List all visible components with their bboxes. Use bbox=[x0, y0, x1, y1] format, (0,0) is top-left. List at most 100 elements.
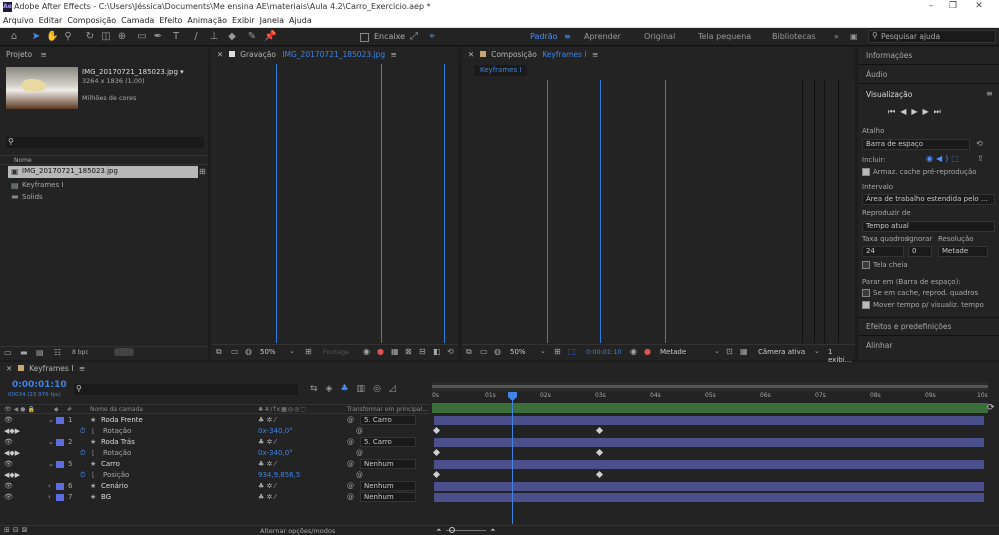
keyframe[interactable] bbox=[595, 426, 604, 435]
chevron-down-icon[interactable]: ⌄ bbox=[714, 347, 720, 355]
pickwhip-icon[interactable]: @ bbox=[347, 492, 354, 503]
menu-exibir[interactable]: Exibir bbox=[229, 15, 257, 25]
parent-select[interactable]: 5. Carro bbox=[360, 437, 416, 447]
expand-chevron-icon[interactable]: ⌄ bbox=[48, 415, 54, 426]
overlay-icon[interactable]: ⬚ bbox=[951, 154, 962, 163]
close-icon[interactable]: ✕ bbox=[468, 50, 474, 59]
play-icon[interactable]: ▶ bbox=[911, 107, 922, 116]
move-time-option[interactable]: Mover tempo p/ visualiz. tempo bbox=[862, 301, 984, 309]
reset-icon[interactable]: ⟲ bbox=[447, 347, 454, 356]
fullscreen-option[interactable]: Tela cheia bbox=[862, 261, 908, 269]
expression-pickwhip-icon[interactable]: @ bbox=[356, 448, 363, 459]
layer-name[interactable]: BG bbox=[101, 492, 111, 503]
restore-icon[interactable]: ❐ bbox=[946, 1, 960, 13]
cache-option[interactable]: Armaz. cache pré-reprodução bbox=[862, 168, 977, 176]
keyframe[interactable] bbox=[432, 470, 441, 479]
pickwhip-icon[interactable]: @ bbox=[347, 437, 354, 448]
menu-composicao[interactable]: Composição bbox=[64, 15, 118, 25]
menu-camada[interactable]: Camada bbox=[118, 15, 156, 25]
visibility-eye-icon[interactable]: 👁 bbox=[4, 481, 13, 492]
layer-name[interactable]: Carro bbox=[101, 459, 120, 470]
footage-zoom[interactable]: 50% bbox=[260, 348, 276, 356]
close-icon[interactable]: ✕ bbox=[217, 50, 223, 59]
region-icon[interactable]: ⊡ bbox=[726, 347, 733, 356]
project-settings-icon[interactable]: ☷ bbox=[54, 348, 61, 357]
pickwhip-icon[interactable]: @ bbox=[347, 459, 354, 470]
rotate-tool-icon[interactable]: ↻ bbox=[84, 31, 96, 43]
visibility-eye-icon[interactable]: 👁 bbox=[4, 437, 13, 448]
move-time-checkbox[interactable] bbox=[862, 301, 870, 309]
collapse-chevron-icon[interactable]: › bbox=[48, 481, 51, 492]
property-row[interactable]: ◀◆▶ ⏱ ⌊ Rotação 0x-340,0° @ bbox=[0, 448, 430, 459]
menu-janela[interactable]: Janela bbox=[257, 15, 286, 25]
label-color[interactable] bbox=[56, 461, 64, 468]
expression-pickwhip-icon[interactable]: @ bbox=[356, 426, 363, 437]
preview-panel-header[interactable]: Visualização bbox=[866, 90, 912, 99]
chevron-down-icon[interactable]: ⌄ bbox=[814, 347, 820, 355]
menu-ajuda[interactable]: Ajuda bbox=[286, 15, 314, 25]
prev-frame-icon[interactable]: ◀ bbox=[900, 107, 911, 116]
layer-switches[interactable]: ♣ ✲ ⁄ bbox=[258, 459, 276, 470]
zoom-out-icon[interactable]: ⏶ bbox=[436, 526, 442, 535]
brush-tool-icon[interactable]: / bbox=[190, 31, 202, 43]
mask-icon[interactable]: ◍ bbox=[245, 347, 252, 356]
hand-tool-icon[interactable]: ✋ bbox=[46, 31, 58, 43]
play-from-select[interactable]: Tempo atual bbox=[862, 221, 995, 232]
menu-editar[interactable]: Editar bbox=[36, 15, 65, 25]
graph-editor-icon[interactable]: ◿ bbox=[389, 384, 404, 394]
composition-viewer[interactable] bbox=[462, 80, 855, 343]
audio-speaker-icon[interactable]: ◀) bbox=[936, 154, 951, 163]
comp-mini-flowchart-icon[interactable]: ⇆ bbox=[310, 384, 326, 394]
work-area-bar[interactable] bbox=[432, 403, 988, 413]
keyframe-nav-icon[interactable]: ◀◆▶ bbox=[4, 426, 20, 437]
grid-icon[interactable]: ⊞ bbox=[305, 347, 312, 356]
label-color[interactable] bbox=[56, 439, 64, 446]
snap-checkbox[interactable] bbox=[360, 33, 369, 42]
layer-row[interactable]: 👁 ⌄ 5 ★ Carro ♣ ✲ ⁄ @ Nenhum bbox=[0, 459, 430, 470]
frame-rate-select[interactable]: 24 bbox=[862, 246, 904, 257]
layer-switches[interactable]: ♣ ✲ ⁄ bbox=[258, 415, 276, 426]
next-frame-icon[interactable]: ▶ bbox=[923, 107, 934, 116]
toggle-switches-modes[interactable]: Alternar opções/modos bbox=[260, 527, 335, 535]
layer-row[interactable]: 👁 › 6 ★ Cenário ♣ ✲ ⁄ @ Nenhum bbox=[0, 481, 430, 492]
work-area-navigator[interactable] bbox=[432, 382, 988, 391]
expression-pickwhip-icon[interactable]: @ bbox=[356, 470, 363, 481]
snapshot-icon[interactable]: ◉ bbox=[363, 347, 370, 356]
roto-brush-tool-icon[interactable]: ✎ bbox=[246, 31, 258, 43]
keyframe-nav-icon[interactable]: ◀◆▶ bbox=[4, 470, 20, 481]
layer-name[interactable]: Cenário bbox=[101, 481, 128, 492]
chevron-down-icon[interactable]: ⌄ bbox=[289, 347, 295, 355]
menu-efeito[interactable]: Efeito bbox=[156, 15, 184, 25]
transparency-grid-icon[interactable]: ▦ bbox=[740, 347, 748, 356]
comp-zoom[interactable]: 50% bbox=[510, 348, 526, 356]
workspace-menu-icon[interactable]: ≡ bbox=[564, 32, 571, 41]
close-icon[interactable]: ✕ bbox=[6, 364, 12, 373]
video-eye-icon[interactable]: ◉ bbox=[926, 154, 936, 163]
region-of-interest-icon[interactable]: ⬚ bbox=[568, 347, 576, 356]
visibility-eye-icon[interactable]: 👁 bbox=[4, 415, 13, 426]
pickwhip-icon[interactable]: @ bbox=[347, 415, 354, 426]
clone-stamp-tool-icon[interactable]: ⊥ bbox=[208, 31, 220, 43]
layer-duration-bar[interactable] bbox=[434, 460, 984, 469]
layer-duration-bar[interactable] bbox=[434, 438, 984, 447]
layer-duration-bar[interactable] bbox=[434, 416, 984, 425]
stopwatch-icon[interactable]: ⏱ bbox=[80, 426, 85, 437]
project-item-comp[interactable]: ▤ Keyframes I bbox=[8, 180, 198, 192]
new-folder-icon[interactable]: ▬ bbox=[20, 348, 28, 357]
project-tab[interactable]: Projeto ≡ bbox=[0, 47, 208, 63]
resolution-select[interactable]: Metade bbox=[938, 246, 988, 257]
visibility-eye-icon[interactable]: 👁 bbox=[4, 459, 13, 470]
keyframe[interactable] bbox=[432, 448, 441, 457]
help-search-box[interactable]: ⚲ Pesquisar ajuda bbox=[868, 30, 996, 43]
workspace-tela-pequena[interactable]: Tela pequena bbox=[698, 32, 751, 41]
align-panel-header[interactable]: Alinhar bbox=[866, 341, 892, 350]
layer-switches[interactable]: ♣ ✲ ⁄ bbox=[258, 437, 276, 448]
region-icon[interactable]: ⊠ bbox=[405, 347, 412, 356]
current-time[interactable]: 0:00:01:10 bbox=[12, 380, 67, 390]
close-icon[interactable]: ✕ bbox=[972, 1, 986, 13]
stopwatch-icon[interactable]: ⏱ bbox=[80, 470, 85, 481]
parent-select[interactable]: Nenhum bbox=[360, 459, 416, 469]
project-search-input[interactable]: ⚲ bbox=[6, 137, 204, 148]
workspace-original[interactable]: Original bbox=[644, 32, 675, 41]
mask-icon[interactable]: ◍ bbox=[494, 347, 501, 356]
